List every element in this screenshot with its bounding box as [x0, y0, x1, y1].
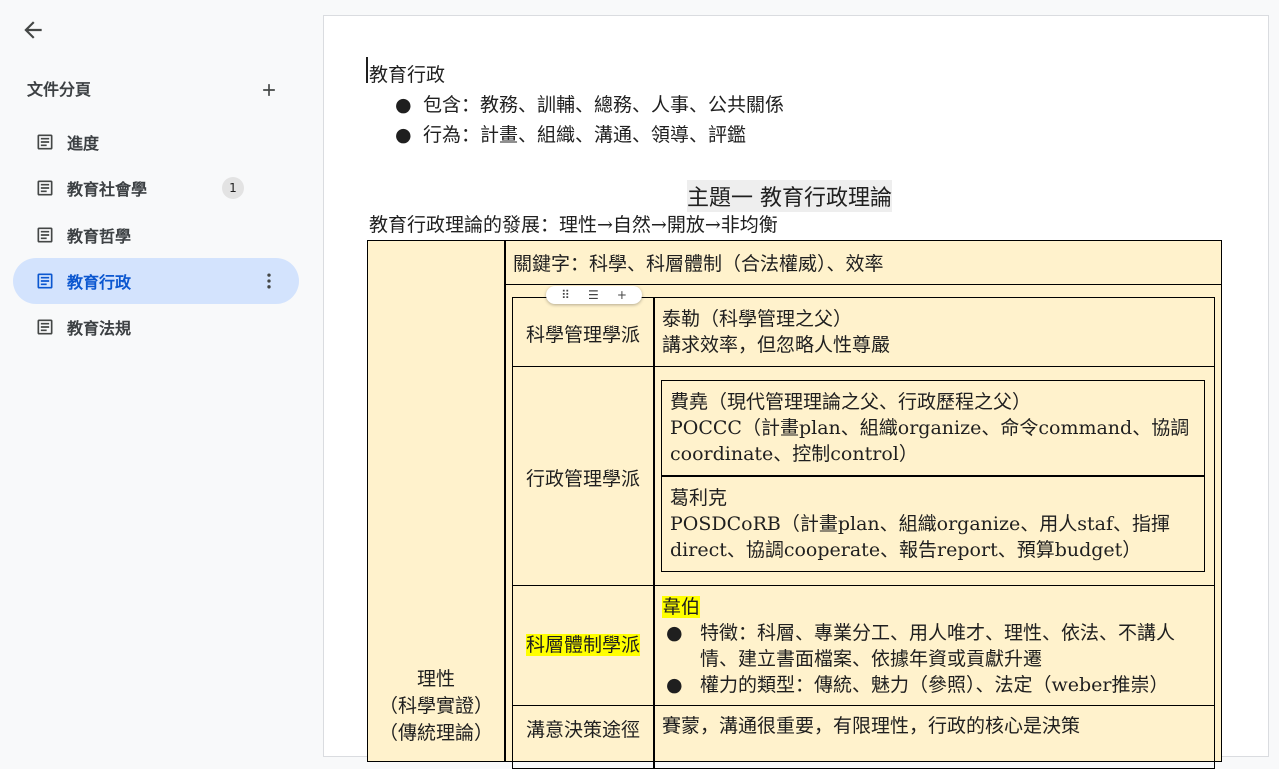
list-item: ● 行為：計畫、組織、溝通、領導、評鑑	[395, 124, 747, 146]
back-arrow-icon[interactable]	[20, 17, 46, 43]
school-content: 泰勒（科學管理之父） 講求效率，但忽略人性尊嚴	[662, 308, 891, 356]
document-icon	[37, 180, 53, 196]
add-row-icon[interactable]: +	[617, 288, 627, 302]
keyword-text: 關鍵字：科學、科層體制（合法權威）、效率	[513, 253, 884, 275]
school-label: 行政管理學派	[525, 468, 640, 490]
school-content: 韋伯 ● 特徵：科層、專業分工、用人唯才、理性、依法、不講人 情、建立書面檔案、依…	[662, 596, 1176, 696]
row-menu-icon[interactable]: ☰	[588, 288, 599, 302]
text-cursor	[366, 57, 368, 83]
inner-table[interactable]: 科學管理學派 泰勒（科學管理之父） 講求效率，但忽略人性尊嚴 行政管理學派 費堯…	[512, 297, 1215, 769]
table-row: 行政管理學派 費堯（現代管理理論之父、行政歷程之父） POCCC（計畫plan、…	[513, 368, 1214, 586]
nested-cell: 費堯（現代管理理論之父、行政歷程之父） POCCC（計畫plan、組織organ…	[670, 391, 1190, 465]
school-label: 溝意決策途徑	[525, 719, 640, 741]
school-label: 科層體制學派	[525, 634, 640, 656]
document-page[interactable]: 教育行政 ● 包含：教務、訓輔、總務、人事、公共關係 ● 行為：計畫、組織、溝通、領…	[323, 15, 1269, 769]
tab-law[interactable]: 教育法規	[13, 304, 299, 350]
list-item: ● 包含：教務、訓輔、總務、人事、公共關係	[395, 94, 785, 116]
tab-label: 教育社會學	[67, 180, 148, 199]
document-icon	[37, 134, 53, 150]
nested-cell: 葛利克 POSDCoRB（計畫plan、組織organize、用人staf、指揮…	[670, 487, 1170, 561]
tabs-title: 文件分頁	[27, 80, 92, 99]
table-row: 科層體制學派 韋伯 ● 特徵：科層、專業分工、用人唯才、理性、依法、不講人 情、建…	[513, 586, 1214, 706]
tab-label: 教育行政	[67, 273, 132, 292]
theory-table[interactable]: 理性 （科學實證） （傳統理論） 關鍵字：科學、科層體制（合法權威）、效率 科學…	[367, 240, 1222, 769]
add-tab-icon[interactable]	[259, 80, 279, 100]
tab-label: 進度	[67, 134, 100, 153]
drag-handle-icon[interactable]: ⠿	[561, 288, 570, 302]
highlighted-name: 韋伯	[662, 596, 701, 618]
document-icon	[37, 227, 53, 243]
tab-label: 教育法規	[67, 319, 132, 338]
left-category-cell: 理性 （科學實證） （傳統理論）	[378, 668, 493, 744]
document-icon	[37, 319, 53, 335]
nested-table: 費堯（現代管理理論之父、行政歷程之父） POCCC（計畫plan、組織organ…	[661, 380, 1205, 572]
table-row: 科學管理學派 泰勒（科學管理之父） 講求效率，但忽略人性尊嚴	[513, 298, 1214, 367]
document-icon	[37, 273, 53, 289]
development-line: 教育行政理論的發展：理性→自然→開放→非均衡	[369, 214, 778, 236]
tab-administration[interactable]: 教育行政	[13, 258, 299, 304]
keyword-row: 關鍵字：科學、科層體制（合法權威）、效率	[505, 241, 1221, 285]
comment-count-badge: 1	[222, 177, 244, 199]
table-row: 溝意決策途徑 賽蒙，溝通很重要，有限理性，行政的核心是決策	[513, 707, 1214, 767]
table-row-toolbar[interactable]: ⠿ ☰ +	[546, 286, 642, 304]
tab-label: 教育哲學	[67, 227, 132, 246]
school-label: 科學管理學派	[525, 324, 640, 346]
school-content: 賽蒙，溝通很重要，有限理性，行政的核心是決策	[662, 715, 1081, 737]
tab-progress[interactable]: 進度	[13, 119, 299, 165]
tab-sociology[interactable]: 教育社會學 1	[13, 165, 299, 211]
document-tabs-header: 文件分頁	[27, 78, 287, 102]
section-heading: 主題一 教育行政理論	[687, 180, 892, 212]
bullet-list: ● 包含：教務、訓輔、總務、人事、公共關係 ● 行為：計畫、組織、溝通、領導、評鑑	[395, 90, 784, 150]
tab-philosophy[interactable]: 教育哲學	[13, 212, 299, 258]
doc-title: 教育行政	[369, 64, 446, 86]
more-options-icon[interactable]	[259, 271, 279, 291]
